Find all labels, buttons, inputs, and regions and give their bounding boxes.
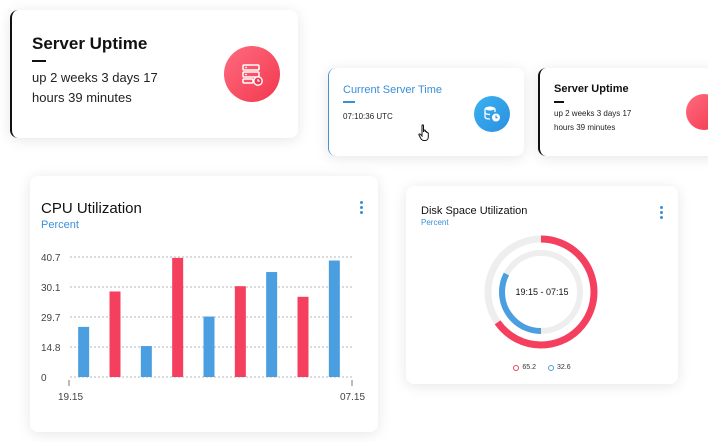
disk-legend: 65.2 32.6 — [406, 364, 678, 371]
cpu-bar — [172, 257, 184, 377]
disk-space-card: Disk Space Utilization Percent 19:15 - 0… — [406, 186, 678, 384]
y-tick-label: 14.8 — [41, 343, 61, 354]
legend-label-red: 65.2 — [522, 364, 536, 371]
x-tick-label: 19.15 — [58, 392, 83, 403]
cpu-bar — [78, 326, 90, 377]
x-tick-label: 07.15 — [340, 392, 365, 403]
title-underline — [554, 101, 564, 103]
cpu-utilization-card: CPU Utilization Percent 0 14.8 29.7 30.1 40.… — [30, 176, 378, 432]
y-tick-label: 30.1 — [41, 283, 61, 294]
disk-donut-chart — [484, 235, 598, 349]
cpu-bar — [297, 296, 309, 377]
legend-dot-red — [513, 364, 520, 371]
cpu-bar — [234, 286, 246, 377]
y-tick-label: 40.7 — [41, 253, 61, 264]
legend-item-red: 65.2 — [513, 364, 536, 371]
cpu-bar — [266, 272, 278, 377]
cpu-bar — [203, 316, 215, 377]
cpu-bar — [109, 291, 121, 377]
y-tick-label: 0 — [41, 373, 47, 384]
legend-item-blue: 32.6 — [548, 364, 571, 371]
server-time-title: Current Server Time — [343, 84, 443, 96]
server-clock-icon — [224, 46, 280, 102]
legend-label-blue: 32.6 — [557, 364, 571, 371]
y-tick-label: 29.7 — [41, 313, 61, 324]
title-underline — [343, 101, 355, 103]
database-clock-icon — [474, 96, 510, 132]
uptime-line2: hours 39 minutes — [32, 90, 132, 105]
uptime-small-line2: hours 39 minutes — [554, 123, 616, 132]
uptime-small-title: Server Uptime — [554, 83, 629, 95]
title-underline — [32, 60, 46, 62]
cpu-bar — [140, 346, 152, 377]
server-time-value: 07:10:36 UTC — [343, 112, 393, 121]
server-uptime-card-small: Server Uptime up 2 weeks 3 days 17 hours… — [538, 68, 708, 156]
server-clock-icon-small — [686, 94, 708, 130]
uptime-small-line1: up 2 weeks 3 days 17 — [554, 109, 632, 118]
disk-center-label: 19:15 - 07:15 — [515, 287, 569, 297]
cpu-bar-chart: 0 14.8 29.7 30.1 40.7 19.15 07.15 — [41, 253, 365, 403]
uptime-line1: up 2 weeks 3 days 17 — [32, 70, 158, 85]
server-uptime-card: Server Uptime up 2 weeks 3 days 17 hours… — [10, 10, 298, 138]
hand-cursor-icon — [418, 124, 429, 141]
legend-dot-blue — [548, 364, 554, 371]
cpu-bar — [328, 260, 340, 377]
uptime-title: Server Uptime — [32, 34, 148, 53]
current-server-time-card: Current Server Time 07:10:36 UTC — [328, 68, 524, 156]
